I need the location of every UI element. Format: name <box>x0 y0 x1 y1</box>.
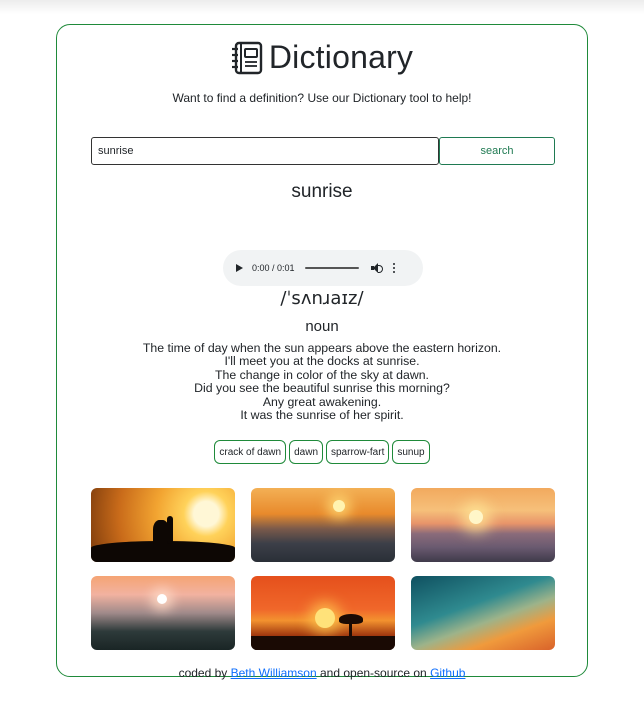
sunrise-photo[interactable] <box>411 488 555 562</box>
synonym-button[interactable]: dawn <box>289 440 323 464</box>
synonym-button[interactable]: sunup <box>392 440 430 464</box>
part-of-speech: noun <box>305 318 339 335</box>
sunrise-photo[interactable] <box>251 488 395 562</box>
sunrise-photo[interactable] <box>251 576 395 650</box>
sunrise-photo[interactable] <box>91 488 235 562</box>
author-link[interactable]: Beth Williamson <box>231 666 317 680</box>
search-button[interactable]: search <box>439 137 555 165</box>
result-word: sunrise <box>291 181 353 202</box>
book-icon <box>231 41 265 75</box>
audio-time: 0:00 / 0:01 <box>252 263 295 273</box>
sunrise-photo[interactable] <box>411 576 555 650</box>
search-input[interactable] <box>91 137 439 165</box>
volume-icon[interactable] <box>370 262 385 274</box>
audio-progress-slider[interactable] <box>304 267 359 269</box>
sunrise-photo[interactable] <box>91 576 235 650</box>
more-options-icon[interactable] <box>392 262 396 274</box>
audio-player[interactable]: 0:00 / 0:01 <box>223 250 423 286</box>
top-shadow <box>0 0 644 14</box>
definition-line: I'll meet you at the docks at sunrise. <box>224 354 420 369</box>
definition-line: Did you see the beautiful sunrise this m… <box>194 381 450 396</box>
definition-line: The change in color of the sky at dawn. <box>215 367 429 382</box>
brand-header: Dictionary <box>57 39 587 76</box>
github-link[interactable]: Github <box>430 666 465 680</box>
synonyms: crack of dawn dawn sparrow-fart sunup <box>57 440 587 464</box>
definition-line: Any great awakening. <box>262 394 382 409</box>
tagline: Want to find a definition? Use our Dicti… <box>172 91 472 105</box>
phonetic: /ˈsʌnɹaɪz/ <box>280 288 364 309</box>
definition-line: It was the sunrise of her spirit. <box>240 408 404 423</box>
app-title: Dictionary <box>268 39 414 75</box>
footer-middle: and open-source on <box>319 666 427 680</box>
synonym-button[interactable]: crack of dawn <box>214 440 287 464</box>
dictionary-card: Dictionary Want to find a definition? Us… <box>56 24 588 680</box>
definition-line: The time of day when the sun appears abo… <box>142 341 502 355</box>
definitions: The time of day when the sun appears abo… <box>57 341 587 423</box>
footer-prefix: coded by <box>178 666 228 680</box>
play-icon[interactable] <box>236 264 243 272</box>
photo-gallery <box>91 488 555 650</box>
synonym-button[interactable]: sparrow-fart <box>326 440 390 464</box>
footer: coded by Beth Williamson and open-source… <box>57 666 587 680</box>
